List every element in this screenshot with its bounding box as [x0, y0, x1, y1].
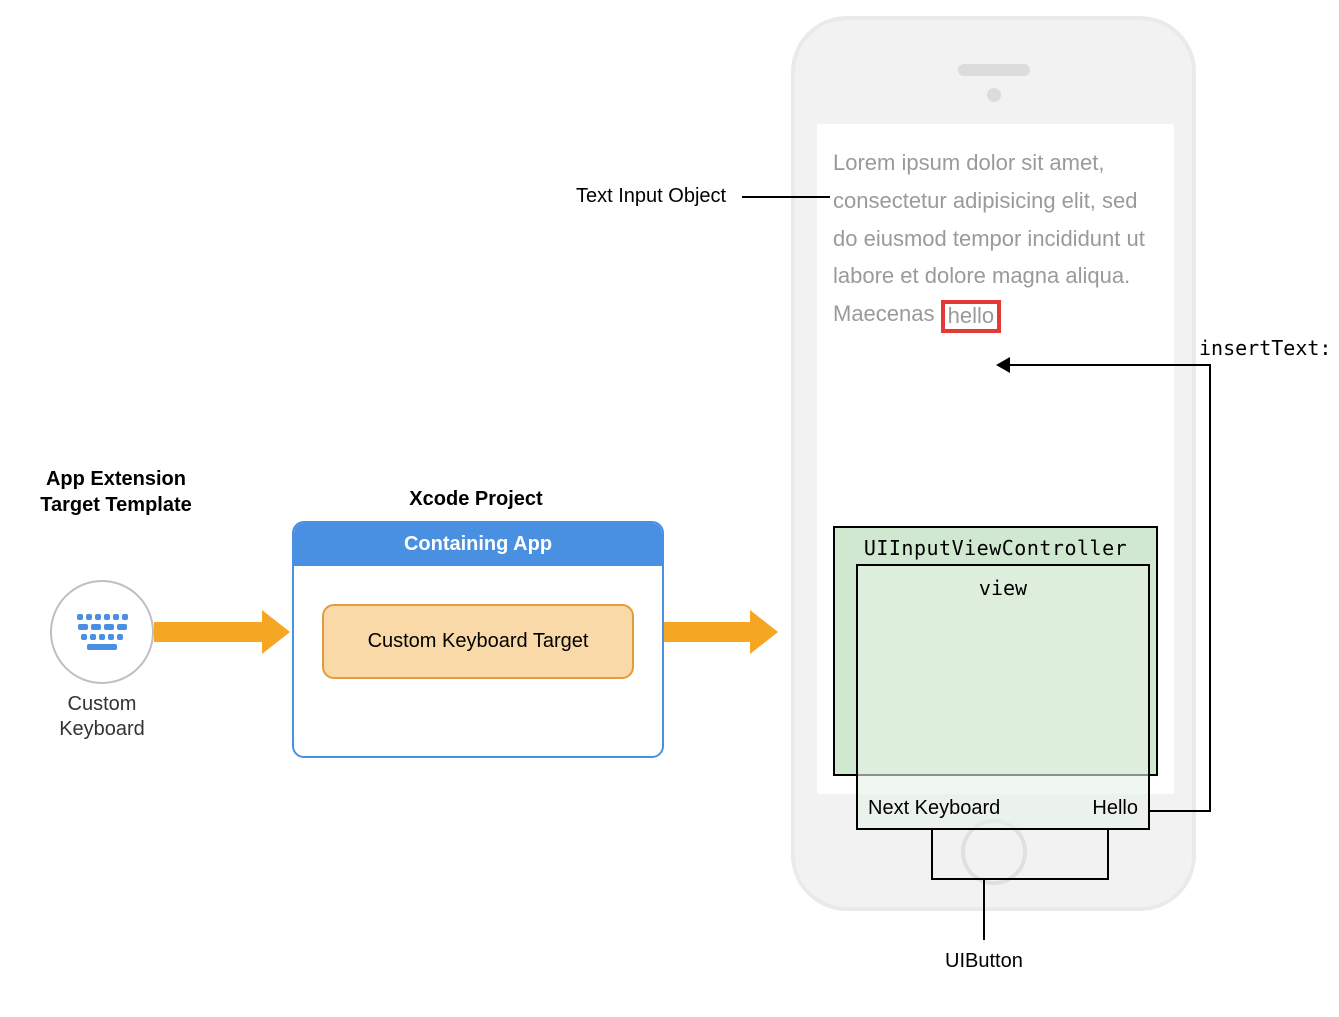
view-box: view Next Keyboard Hello [856, 564, 1150, 830]
xcode-project-box: Containing App Custom Keyboard Target [292, 521, 664, 758]
arrow-to-phone-head [750, 610, 778, 654]
section-title-xcode-project: Xcode Project [376, 486, 576, 512]
hello-button[interactable]: Hello [1092, 797, 1138, 820]
uibutton-bracket-right [1107, 858, 1109, 880]
section-title-app-extension: App ExtensionTarget Template [16, 466, 216, 518]
custom-keyboard-icon-circle [50, 580, 154, 684]
insert-text-arrowhead-icon [996, 357, 1010, 373]
custom-keyboard-label: CustomKeyboard [49, 692, 155, 742]
uibutton-bracket-tick-left [931, 830, 933, 858]
arrow-to-xcode-head [262, 610, 290, 654]
phone-camera-icon [987, 88, 1001, 102]
containing-app-header: Containing App [294, 523, 662, 566]
inserted-text-highlight: hello [941, 300, 1001, 332]
arrow-to-phone [664, 622, 752, 642]
uibutton-bracket-stem [983, 878, 985, 940]
uiinputviewcontroller-label: UIInputViewController [835, 536, 1156, 560]
insert-text-line-h1 [1149, 810, 1211, 812]
uibutton-bracket-tick-right [1107, 830, 1109, 858]
uibutton-label: UIButton [945, 950, 1023, 973]
text-input-object-text: Lorem ipsum dolor sit amet, consectetur … [833, 144, 1158, 333]
uibutton-bracket-horizontal [931, 878, 1109, 880]
text-input-object-line [742, 196, 830, 198]
arrow-to-xcode [154, 622, 264, 642]
uibutton-bracket-left [931, 858, 933, 880]
keyboard-icon [73, 612, 131, 652]
phone-speaker-icon [958, 64, 1030, 76]
text-input-object-label: Text Input Object [576, 185, 726, 208]
insert-text-line-v [1209, 364, 1211, 812]
next-keyboard-button[interactable]: Next Keyboard [868, 797, 1000, 820]
insert-text-label: insertText: [1199, 336, 1331, 360]
insert-text-line-h2 [1008, 364, 1211, 366]
custom-keyboard-target-box: Custom Keyboard Target [322, 604, 634, 679]
view-label: view [858, 576, 1148, 600]
